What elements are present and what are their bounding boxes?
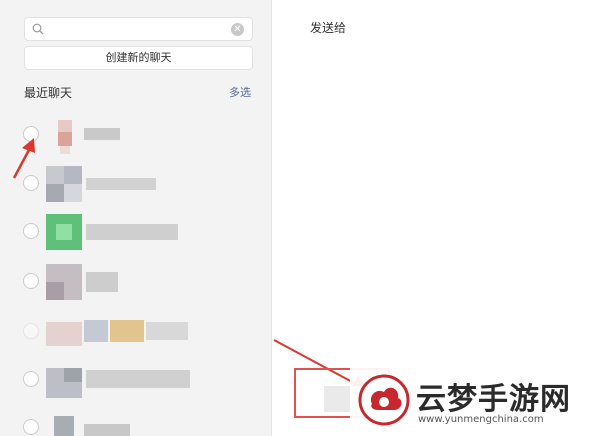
- avatar: [46, 214, 82, 250]
- select-radio[interactable]: [23, 419, 39, 435]
- clear-search-icon[interactable]: ✕: [231, 23, 244, 36]
- contact-name-blurred: [84, 320, 108, 342]
- list-item[interactable]: [0, 406, 272, 436]
- search-input[interactable]: [49, 20, 219, 38]
- avatar: [46, 362, 82, 398]
- select-radio[interactable]: [23, 371, 39, 387]
- contact-picker-panel: ✕ 创建新的聊天 最近聊天 多选: [0, 0, 272, 436]
- avatar: [46, 116, 82, 154]
- contact-name-blurred: [86, 224, 178, 240]
- avatar: [46, 314, 82, 350]
- contact-name-blurred: [86, 272, 118, 292]
- multi-select-link[interactable]: 多选: [229, 84, 251, 100]
- list-item[interactable]: [0, 210, 272, 254]
- watermark: 云梦手游网 www.yunmengchina.com: [350, 360, 600, 436]
- select-radio[interactable]: [23, 273, 39, 289]
- select-radio[interactable]: [23, 223, 39, 239]
- contact-name-blurred: [86, 178, 156, 190]
- list-item[interactable]: [0, 358, 272, 402]
- select-radio[interactable]: [23, 323, 39, 339]
- avatar: [46, 410, 82, 436]
- contact-name-blurred: [84, 128, 120, 140]
- list-item[interactable]: [0, 310, 272, 354]
- send-to-title: 发送给: [310, 21, 347, 35]
- cloud-logo-icon: [358, 374, 410, 426]
- contact-name-blurred: [86, 370, 190, 388]
- avatar: [46, 264, 82, 300]
- arrow-annotation: [12, 138, 35, 179]
- list-item[interactable]: [0, 260, 272, 304]
- contact-name-blurred: [84, 424, 130, 436]
- avatar: [46, 166, 82, 202]
- watermark-name: 云梦手游网: [416, 382, 571, 417]
- search-box[interactable]: ✕: [24, 17, 253, 41]
- recent-chats-heading: 最近聊天: [24, 86, 73, 100]
- search-icon: [32, 23, 44, 35]
- watermark-url: www.yunmengchina.com: [418, 414, 544, 425]
- create-new-chat-button[interactable]: 创建新的聊天: [24, 46, 253, 70]
